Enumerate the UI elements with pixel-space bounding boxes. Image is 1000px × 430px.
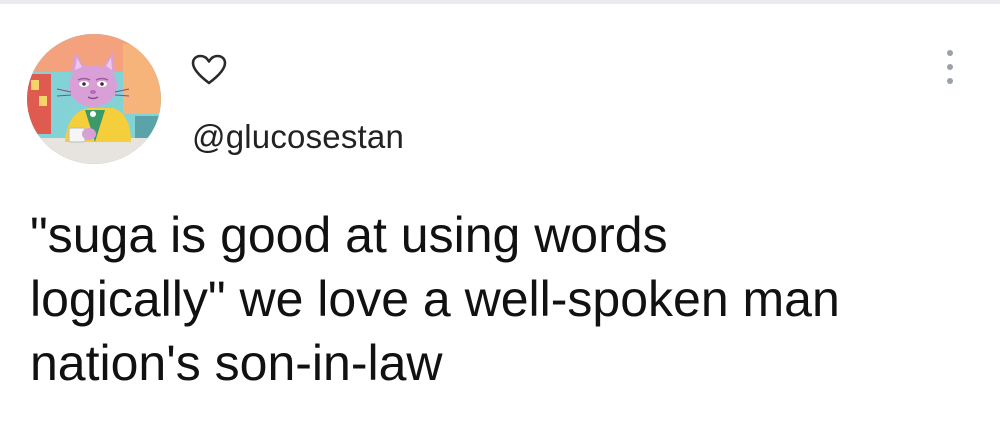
like-heart-icon[interactable] <box>191 54 227 86</box>
more-dot <box>947 64 953 70</box>
avatar-image <box>27 34 161 164</box>
tweet-line: logically" we love a well-spoken man <box>30 271 840 327</box>
more-dot <box>947 78 953 84</box>
user-handle[interactable]: @glucosestan <box>192 117 404 157</box>
tweet-line: nation's son-in-law <box>30 335 443 391</box>
more-options-icon[interactable] <box>940 50 960 94</box>
tweet-text: "suga is good at using words logically" … <box>30 203 980 395</box>
tweet-line: "suga is good at using words <box>30 207 668 263</box>
more-dot <box>947 50 953 56</box>
avatar[interactable] <box>27 34 161 164</box>
top-divider <box>0 0 1000 4</box>
